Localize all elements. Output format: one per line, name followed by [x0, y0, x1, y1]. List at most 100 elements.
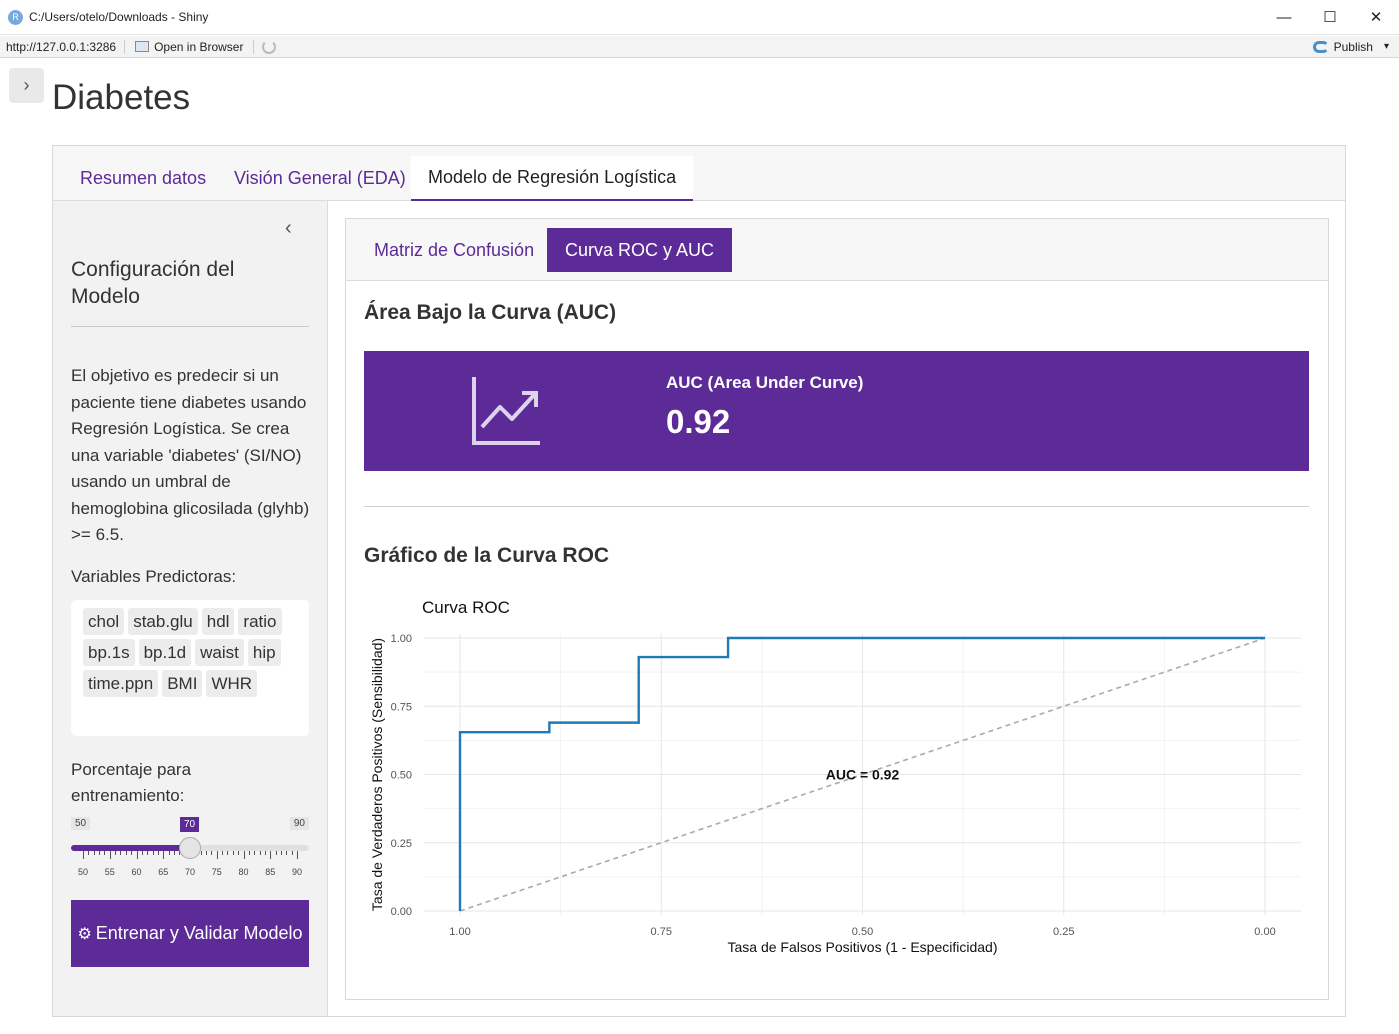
slider-tick — [152, 851, 154, 855]
open-in-browser-button[interactable]: Open in Browser — [125, 39, 255, 54]
slider-tick — [141, 851, 143, 855]
slider-tick — [104, 851, 106, 855]
slider-tick-label: 80 — [238, 867, 249, 877]
variable-chip[interactable]: bp.1s — [83, 639, 135, 666]
y-tick-label: 0.75 — [391, 701, 412, 713]
slider-tick — [206, 851, 208, 855]
slider-tick — [88, 851, 90, 855]
roc-chart: 0.00 0.25 0.50 0.75 1.00 1.00 0.75 0.50 0.25 0.00… — [369, 598, 1301, 955]
auc-label: AUC (Area Under Curve) — [666, 373, 864, 392]
slider-tick — [125, 851, 127, 855]
slider-handle[interactable] — [179, 837, 201, 859]
tab-matriz-confusion[interactable]: Matriz de Confusión — [356, 228, 552, 272]
y-tick-label: 0.25 — [391, 838, 412, 850]
slider-tick — [136, 851, 138, 859]
variable-chip[interactable]: ratio — [238, 608, 282, 635]
variable-chip[interactable]: stab.glu — [128, 608, 198, 635]
slider-tick — [157, 851, 159, 855]
chevron-down-icon: ▾ — [1383, 41, 1389, 52]
close-button[interactable]: ✕ — [1353, 0, 1399, 35]
minimize-button[interactable]: — — [1261, 0, 1307, 35]
publish-button[interactable]: Publish ▾ — [1312, 39, 1389, 54]
slider-max-label: 90 — [289, 817, 309, 830]
slider-tick — [222, 851, 224, 855]
training-percent-label: Porcentaje para entrenamiento: — [71, 760, 192, 805]
slider-tick — [211, 851, 213, 855]
x-tick-label: 0.50 — [852, 926, 873, 938]
slider-value-label: 70 — [180, 817, 200, 832]
slider-tick-label: 65 — [158, 867, 169, 877]
window-title: C:/Users/otelo/Downloads - Shiny — [29, 10, 209, 24]
slider-tick — [163, 851, 165, 859]
variable-chip[interactable]: time.ppn — [83, 670, 159, 697]
publish-label: Publish — [1333, 39, 1373, 54]
predictors-select[interactable]: chol stab.glu hdl ratio bp.1s bp.1d wais… — [71, 600, 309, 736]
tab-vision-general[interactable]: Visión General (EDA) — [217, 156, 423, 201]
slider-tick — [259, 851, 261, 855]
open-in-browser-label: Open in Browser — [154, 39, 244, 54]
variable-chip[interactable]: hdl — [201, 608, 235, 635]
roc-heading: Gráfico de la Curva ROC — [364, 544, 610, 567]
slider-tick — [264, 851, 266, 855]
maximize-button[interactable]: ☐ — [1307, 0, 1353, 35]
variable-chip[interactable]: waist — [195, 639, 244, 666]
page-title: Diabetes — [52, 78, 191, 117]
slider-tick — [99, 851, 101, 855]
variable-chip[interactable]: hip — [247, 639, 281, 666]
slider-tick — [280, 851, 282, 855]
slider-tick-label: 60 — [131, 867, 142, 877]
gears-icon: ⚙ — [77, 925, 92, 943]
tab-modelo-regresion[interactable]: Modelo de Regresión Logística — [411, 156, 694, 201]
publish-icon — [1312, 40, 1329, 53]
slider-tick — [232, 851, 234, 855]
x-tick-label: 1.00 — [449, 926, 470, 938]
slider-tick — [131, 851, 133, 855]
training-percent-slider[interactable]: 50 70 90 50 55 60 65 70 75 80 85 90 — [71, 815, 309, 885]
slider-tick — [275, 851, 277, 855]
y-tick-label: 0.50 — [391, 770, 412, 782]
sidebar-toggle-button[interactable]: › — [9, 68, 44, 103]
slider-tick — [109, 851, 111, 859]
chevron-right-icon: › — [23, 75, 30, 95]
slider-tick — [200, 851, 202, 855]
x-tick-label: 0.25 — [1053, 926, 1074, 938]
sidebar-title: Configuración del Modelo — [71, 256, 309, 327]
model-description: El objetivo es predecir si un paciente t… — [71, 366, 310, 544]
slider-tick — [83, 851, 84, 859]
y-axis-label: Tasa de Verdaderos Positivos (Sensibilid… — [369, 638, 385, 911]
viewer-toolbar: http://127.0.0.1:3286 Open in Browser Pu… — [0, 36, 1399, 58]
url-label[interactable]: http://127.0.0.1:3286 — [0, 39, 126, 54]
results-tabs: Matriz de Confusión Curva ROC y AUC — [346, 219, 1328, 281]
x-tick-label: 0.00 — [1254, 926, 1275, 938]
variable-chip[interactable]: BMI — [162, 670, 203, 697]
slider-tick-label: 50 — [77, 867, 89, 877]
x-axis-label: Tasa de Falsos Positivos (1 - Especifici… — [728, 939, 998, 955]
slider-tick — [270, 851, 272, 859]
auc-value: 0.92 — [666, 403, 731, 440]
variable-chip[interactable]: bp.1d — [138, 639, 192, 666]
slider-tick-labels: 50 55 60 65 70 75 80 85 90 — [71, 867, 309, 879]
divider — [364, 506, 1309, 507]
chart-title: Curva ROC — [422, 598, 510, 617]
config-sidebar: ‹ Configuración del Modelo El objetivo e… — [53, 201, 328, 1016]
train-validate-button[interactable]: ⚙ Entrenar y Validar Modelo — [71, 900, 309, 967]
tab-curva-roc[interactable]: Curva ROC y AUC — [547, 228, 733, 272]
variable-chip[interactable]: WHR — [206, 670, 258, 697]
slider-min-label: 50 — [71, 817, 91, 830]
variable-chip[interactable]: chol — [83, 608, 125, 635]
slider-tick — [291, 851, 293, 855]
slider-tick — [173, 851, 175, 855]
slider-tick-label: 90 — [291, 867, 303, 877]
slider-tick — [147, 851, 149, 855]
tab-resumen-datos[interactable]: Resumen datos — [63, 156, 223, 201]
slider-tick-label: 75 — [211, 867, 222, 877]
auc-annotation: AUC = 0.92 — [826, 767, 900, 783]
auc-value-box: AUC (Area Under Curve) 0.92 — [364, 351, 1309, 471]
chevron-left-icon[interactable]: ‹ — [285, 217, 292, 240]
refresh-icon[interactable] — [262, 39, 277, 54]
slider-tick — [120, 851, 122, 855]
main-card: Resumen datos Visión General (EDA) Model… — [52, 145, 1346, 1017]
results-card: Matriz de Confusión Curva ROC y AUC Área… — [345, 218, 1329, 1000]
window-titlebar: R C:/Users/otelo/Downloads - Shiny — ☐ ✕ — [0, 0, 1399, 35]
slider-tick — [227, 851, 229, 855]
